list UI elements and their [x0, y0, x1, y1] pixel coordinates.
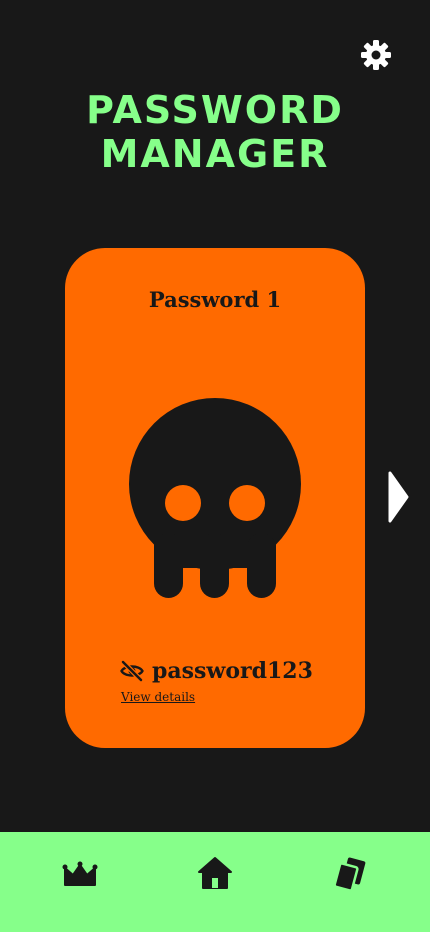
password-row: password123 [120, 656, 313, 686]
password-value: password123 [152, 658, 313, 684]
chevron-right-icon [388, 471, 409, 523]
view-details-link[interactable]: View details [121, 689, 195, 705]
skull-icon [129, 398, 301, 598]
next-card-button[interactable] [386, 471, 410, 523]
title-line-1: PASSWORD [86, 88, 344, 132]
nav-item-premium[interactable] [58, 852, 102, 896]
cards-icon [333, 857, 366, 892]
toggle-visibility-button[interactable] [120, 659, 144, 683]
nav-item-home[interactable] [193, 852, 237, 896]
card-title: Password 1 [148, 287, 282, 312]
page-title: PASSWORD MANAGER [0, 88, 430, 176]
title-line-2: MANAGER [100, 132, 330, 176]
password-card[interactable]: Password 1 password123 View details [65, 248, 365, 748]
settings-button[interactable] [360, 39, 392, 71]
eye-off-icon [120, 660, 144, 682]
home-icon [198, 857, 232, 889]
bottom-nav [0, 832, 430, 932]
gear-icon [361, 40, 391, 70]
nav-item-cards[interactable] [328, 852, 372, 896]
crown-icon [62, 861, 98, 886]
